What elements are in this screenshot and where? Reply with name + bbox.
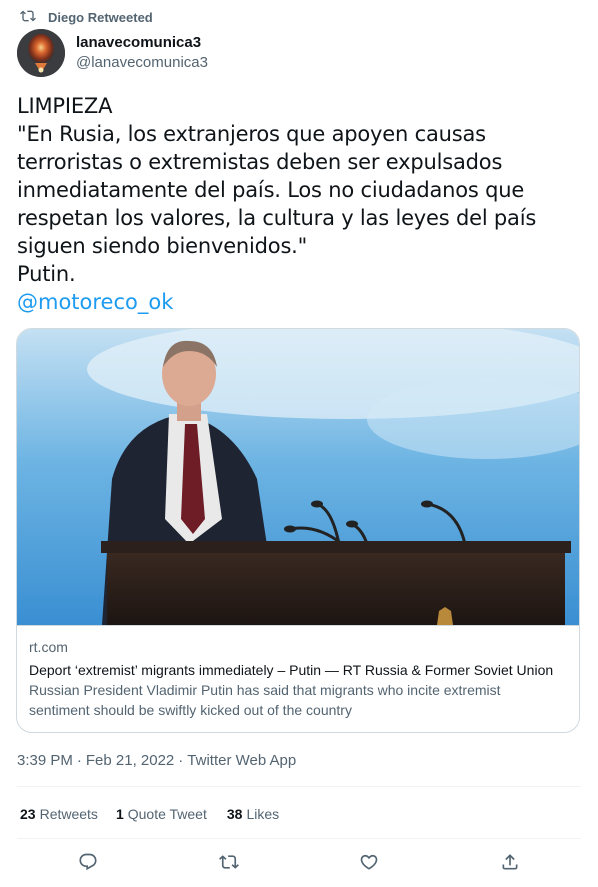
share-button[interactable] xyxy=(498,852,522,876)
quotes-count: 1 xyxy=(115,806,124,822)
engagement-stats: 23 Retweets 1 Quote Tweet 38 Likes xyxy=(20,804,279,824)
reply-icon xyxy=(78,852,98,877)
retweet-icon xyxy=(219,852,239,877)
avatar[interactable] xyxy=(17,29,65,77)
tweet-date[interactable]: Feb 21, 2022 xyxy=(86,751,174,771)
retweeted-by-label[interactable]: Diego Retweeted xyxy=(48,10,153,25)
author-handle[interactable]: @lanavecomunica3 xyxy=(76,53,208,73)
retweets-stat[interactable]: 23 Retweets xyxy=(20,804,98,824)
divider xyxy=(17,838,581,839)
retweets-count: 23 xyxy=(20,806,36,822)
likes-label: Likes xyxy=(246,806,280,822)
likes-stat[interactable]: 38 Likes xyxy=(227,804,279,824)
card-meta: rt.com Deport ‘extremist’ migrants immed… xyxy=(17,625,579,732)
card-title[interactable]: Deport ‘extremist’ migrants immediately … xyxy=(29,660,564,680)
quote-tweets-stat[interactable]: 1 Quote Tweet xyxy=(116,804,207,824)
card-domain: rt.com xyxy=(29,639,68,655)
likes-count: 38 xyxy=(226,806,243,822)
share-icon xyxy=(500,852,520,877)
tweet-source[interactable]: Twitter Web App xyxy=(187,751,296,771)
heart-icon xyxy=(359,852,379,877)
divider xyxy=(17,786,581,787)
card-description: Russian President Vladimir Putin has sai… xyxy=(29,682,501,718)
retweet-icon xyxy=(20,8,36,27)
timestamp-separator: · xyxy=(76,752,82,769)
quotes-label: Quote Tweet xyxy=(127,806,207,822)
card-image[interactable] xyxy=(17,329,579,625)
tweet-time[interactable]: 3:39 PM xyxy=(17,751,73,771)
tweet-author: lanavecomunica3 @lanavecomunica3 xyxy=(76,33,208,73)
link-preview-card[interactable]: rt.com Deport ‘extremist’ migrants immed… xyxy=(16,328,580,733)
author-display-name[interactable]: lanavecomunica3 xyxy=(76,33,208,53)
mention-link[interactable]: @motoreco_ok xyxy=(17,288,173,316)
tweet-text: LIMPIEZA "En Rusia, los extranjeros que … xyxy=(17,94,537,286)
timestamp-separator: · xyxy=(178,752,184,769)
reply-button[interactable] xyxy=(76,852,100,876)
like-button[interactable] xyxy=(357,852,381,876)
tweet-timestamp: 3:39 PM · Feb 21, 2022 · Twitter Web App xyxy=(17,751,296,771)
retweets-label: Retweets xyxy=(39,806,98,822)
retweet-button[interactable] xyxy=(217,852,241,876)
tweet-actions xyxy=(0,847,598,881)
retweet-context: Diego Retweeted xyxy=(20,8,153,26)
